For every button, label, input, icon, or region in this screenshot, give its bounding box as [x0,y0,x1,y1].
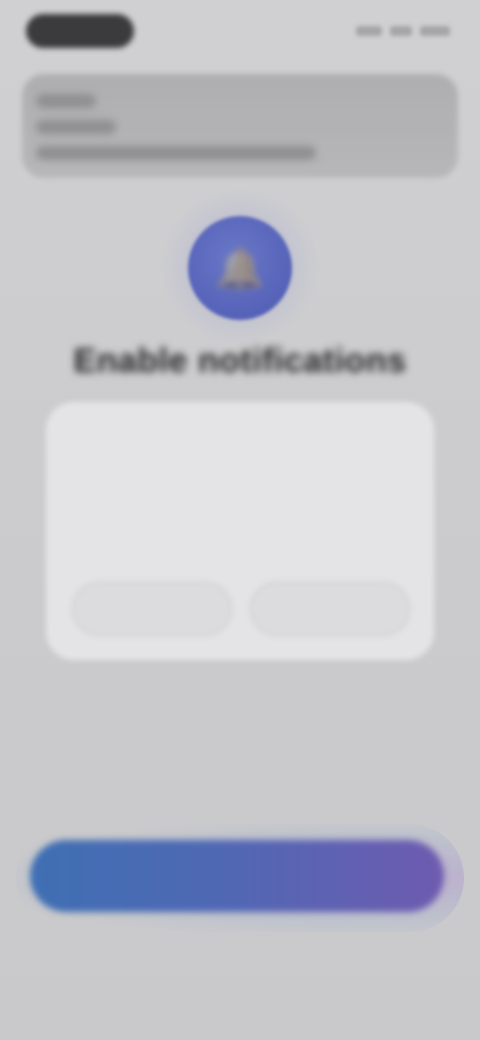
status-time [26,14,134,48]
battery-icon [420,26,450,36]
enable-notifications-button[interactable] [30,840,444,912]
onboarding-screen: 🔔 Enable notifications [0,0,480,1040]
status-bar [0,0,480,64]
banner-line [36,146,316,160]
allow-button[interactable] [250,582,410,636]
status-icons [354,24,450,38]
banner-line [36,120,116,134]
banner-line [36,94,96,108]
dont-allow-button[interactable] [72,582,232,636]
signal-icon [356,26,382,36]
bell-glyph: 🔔 [215,246,265,291]
page-title: Enable notifications [73,342,407,380]
wifi-icon [390,26,412,36]
bell-icon: 🔔 [188,216,292,320]
